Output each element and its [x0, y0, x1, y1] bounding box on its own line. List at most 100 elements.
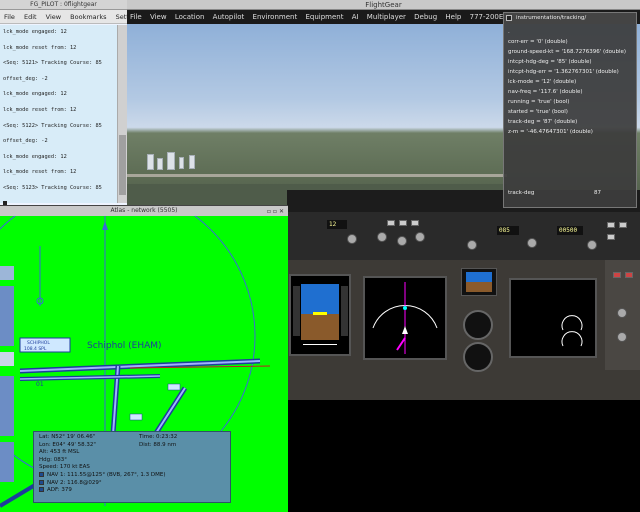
- terminal-line: lck_mode reset from: 12: [3, 169, 77, 176]
- terminal-line: offset_deg: -2: [3, 75, 48, 82]
- fg-menu-debug[interactable]: Debug: [414, 13, 437, 21]
- terminal-menu-edit[interactable]: Edit: [24, 13, 37, 21]
- property-item[interactable]: nav-freq = '117.6' (double): [508, 87, 632, 97]
- mcp-heading-display: 085: [497, 226, 519, 235]
- mcp-button[interactable]: [411, 220, 419, 226]
- terminal-line: <Seq: 5121> Tracking Course: 85: [3, 60, 102, 67]
- nav2-checkbox[interactable]: [39, 479, 44, 485]
- flightgear-titlebar[interactable]: FlightGear: [127, 0, 640, 10]
- atlas-title: Atlas - network (5505): [110, 207, 178, 214]
- terminal-menu-bookmarks[interactable]: Bookmarks: [70, 13, 106, 21]
- selected-property-name: track-deg: [508, 190, 535, 196]
- speed-readout: Speed: 170 kt EAS: [39, 464, 90, 471]
- terminal-line: lck_mode reset from: 12: [3, 106, 77, 113]
- fg-menu-view[interactable]: View: [150, 13, 167, 21]
- terminal-line: lck_mode engaged: 12: [3, 29, 67, 35]
- fg-menu-equipment[interactable]: Equipment: [305, 13, 343, 21]
- terminal-titlebar[interactable]: FG_PILOT : 0flightgear: [0, 0, 127, 10]
- property-item[interactable]: started = 'true' (bool): [508, 107, 632, 117]
- mcp-knob[interactable]: [377, 232, 387, 242]
- terminal-scroll-thumb[interactable]: [119, 135, 126, 195]
- mcp-button[interactable]: [619, 222, 627, 228]
- fg-menu-environment[interactable]: Environment: [253, 13, 298, 21]
- terminal-menubar: File Edit View Bookmarks Settings: [0, 10, 127, 24]
- property-item[interactable]: intcpt-hdg-deg = '85' (double): [508, 57, 632, 67]
- fg-menu-autopilot[interactable]: Autopilot: [213, 13, 245, 21]
- terminal-output[interactable]: lck_mode engaged: 12 lck_mode reset from…: [0, 25, 117, 208]
- standby-altimeter: [463, 310, 493, 340]
- mcp-button[interactable]: [607, 234, 615, 240]
- property-item[interactable]: z-m = '-46.47647301' (double): [508, 127, 632, 137]
- flight-info-panel: Lat: N52° 19' 06.46" Time: 0:23:32 Lon: E…: [33, 431, 231, 503]
- atlas-side-panel: [0, 266, 14, 512]
- nav1-checkbox[interactable]: [39, 471, 44, 477]
- mcp-knob[interactable]: [415, 232, 425, 242]
- property-item[interactable]: intcpt-hdg-err = '1.362767301' (double): [508, 67, 632, 77]
- hdg-readout: Hdg: 083°: [39, 456, 67, 463]
- property-item[interactable]: corr-err = '0' (double): [508, 37, 632, 47]
- building: [179, 157, 184, 169]
- runway-label: 01: [36, 381, 44, 388]
- panel-button[interactable]: [613, 272, 621, 278]
- nav-box-name: SCHIPHOL: [27, 340, 50, 346]
- nav2-readout: NAV 2: 116.8@029°: [47, 479, 102, 486]
- property-item[interactable]: .: [508, 27, 632, 37]
- building: [147, 154, 154, 170]
- time-readout: Time: 0:23:32: [139, 434, 178, 440]
- atlas-titlebar[interactable]: Atlas - network (5505) ▫▫✕: [0, 206, 288, 216]
- mcp-button[interactable]: [387, 220, 395, 226]
- selected-property-value[interactable]: 87: [594, 188, 601, 199]
- mcp-altitude-display: 00500: [557, 226, 583, 235]
- mcp-knob[interactable]: [587, 240, 597, 250]
- nav1-readout: NAV 1: 111.55@125° (BVB, 267°, 1.3 DME): [47, 471, 166, 478]
- fg-menu-location[interactable]: Location: [175, 13, 205, 21]
- mcp-course-display: 12: [327, 220, 347, 229]
- property-item[interactable]: track-deg = '87' (double): [508, 117, 632, 127]
- fg-menu-multiplayer[interactable]: Multiplayer: [367, 13, 406, 21]
- lon-readout: Lon: E04° 49' 58.32": [39, 441, 96, 448]
- property-browser-dialog: instrumentation/tracking/ . corr-err = '…: [503, 12, 637, 208]
- dist-readout: Dist: 88.9 nm: [139, 441, 177, 448]
- terminal-menu-view[interactable]: View: [46, 13, 61, 21]
- terminal-line: lck_mode engaged: 12: [3, 91, 67, 98]
- mcp-button[interactable]: [607, 222, 615, 228]
- property-item[interactable]: ground-speed-kt = '168.7276396' (double): [508, 47, 632, 57]
- mcp-knob[interactable]: [467, 240, 477, 250]
- mcp-knob[interactable]: [397, 236, 407, 246]
- terminal-line: <Seq: 5122> Tracking Course: 85: [3, 122, 102, 129]
- lat-readout: Lat: N52° 19' 06.46": [39, 434, 96, 440]
- panel-knob[interactable]: [617, 308, 627, 318]
- property-list[interactable]: . corr-err = '0' (double) ground-speed-k…: [504, 24, 636, 140]
- property-browser-header: instrumentation/tracking/: [504, 13, 636, 24]
- adf-checkbox[interactable]: [39, 487, 44, 493]
- airport-label: Schiphol (EHAM): [87, 341, 162, 351]
- mcp-knob[interactable]: [347, 234, 357, 244]
- building: [167, 152, 175, 170]
- terminal-menu-settings[interactable]: Settings: [116, 13, 127, 21]
- property-item[interactable]: running = 'true' (bool): [508, 97, 632, 107]
- terminal-line: offset_deg: -2: [3, 138, 48, 145]
- fg-menu-ai[interactable]: AI: [352, 13, 359, 21]
- property-item[interactable]: lck-mode = '12' (double): [508, 77, 632, 87]
- standby-airspeed: [463, 342, 493, 372]
- fg-menu-help[interactable]: Help: [445, 13, 461, 21]
- cockpit-lower-dark: [287, 400, 640, 512]
- property-browser-checkbox[interactable]: [506, 15, 512, 21]
- property-editor-row: track-deg 87: [508, 188, 632, 199]
- property-path: instrumentation/tracking/: [516, 15, 587, 21]
- mcp-knob[interactable]: [527, 238, 537, 248]
- panel-button[interactable]: [625, 272, 633, 278]
- eicas-display: [509, 278, 597, 358]
- alt-readout: Alt: 453 ft MSL: [39, 449, 80, 456]
- terminal-scrollbar[interactable]: [117, 25, 127, 203]
- building: [157, 158, 163, 170]
- fg-menu-file[interactable]: File: [130, 13, 142, 21]
- panel-knob[interactable]: [617, 332, 627, 342]
- terminal-window: FG_PILOT : 0flightgear File Edit View Bo…: [0, 0, 127, 212]
- terminal-line: <Seq: 5123> Tracking Course: 85: [3, 184, 102, 191]
- building: [189, 155, 195, 169]
- mcp-button[interactable]: [399, 220, 407, 226]
- terminal-menu-file[interactable]: File: [4, 13, 15, 21]
- cockpit-panel: 12 085 00500: [287, 212, 640, 400]
- atlas-window: Atlas - network (5505) ▫▫✕ Schiphol (EHA…: [0, 205, 288, 512]
